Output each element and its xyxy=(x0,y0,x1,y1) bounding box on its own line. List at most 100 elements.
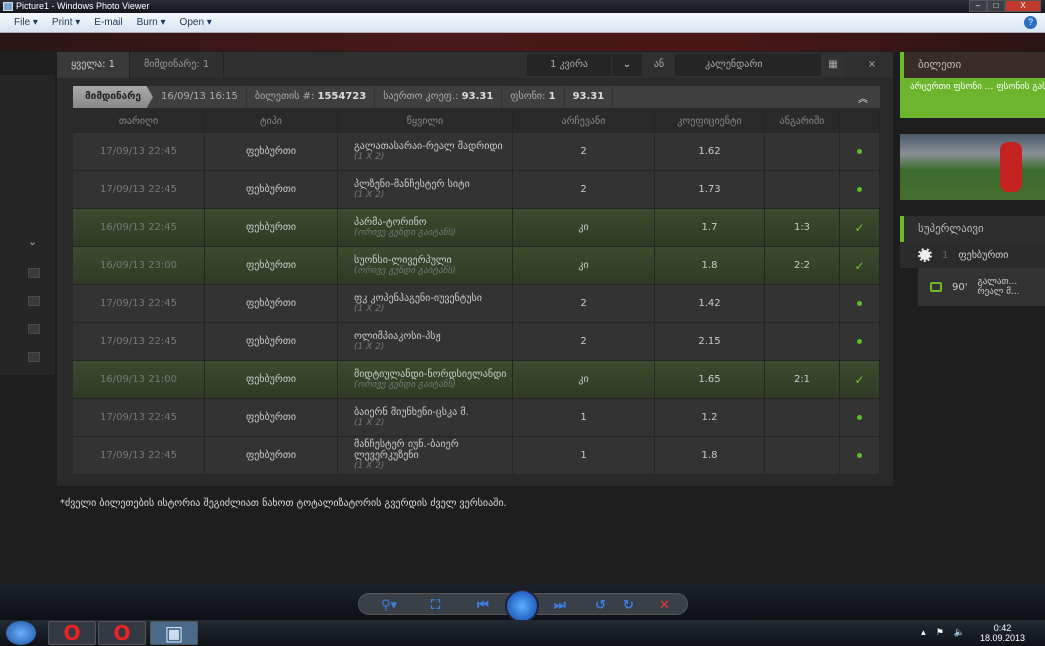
period-select[interactable]: 1 კვირა xyxy=(527,54,611,76)
checkbox[interactable] xyxy=(28,268,40,278)
col-type: ტიპი xyxy=(205,110,338,133)
menu-burn[interactable]: Burn ▾ xyxy=(137,17,166,28)
live-sport[interactable]: 1 ფეხბურთი xyxy=(900,242,1045,268)
clock[interactable]: 0:42 18.09.2013 xyxy=(980,623,1025,643)
ticket-history-panel: ყველა: 1 მიმდინარე: 1 1 კვირა ⌄ ან კალენ… xyxy=(57,52,893,486)
col-pair: წყვილი xyxy=(338,110,513,133)
pending-dot-icon xyxy=(857,339,862,344)
site-nav-band xyxy=(0,33,1045,51)
volume-icon[interactable]: 🔈 xyxy=(954,628,965,638)
table-row[interactable]: 16/09/13 22:45 ფეხბურთი პარმა-ტორინო (ორი… xyxy=(73,209,880,247)
calendar-icon[interactable]: ▦ xyxy=(821,54,845,76)
slideshow-button[interactable] xyxy=(505,589,539,623)
photo-viewer-task-icon[interactable]: ▣ xyxy=(150,621,198,645)
tv-icon xyxy=(930,282,942,292)
menu-print[interactable]: Print ▾ xyxy=(52,17,80,28)
pending-dot-icon xyxy=(857,415,862,420)
bet-pair: გალათასარაი-რეალ მადრიდი (1 X 2) xyxy=(338,133,513,170)
table-row[interactable]: 17/09/13 22:45 ფეხბურთი ფკ კოპენჰაგენი-ი… xyxy=(73,285,880,323)
close-icon[interactable]: × xyxy=(857,54,887,76)
menu-file[interactable]: File ▾ xyxy=(14,17,38,28)
start-button[interactable] xyxy=(6,621,36,645)
bet-pair: პარმა-ტორინო (ორივე გუნდი გაიტანს) xyxy=(338,209,513,246)
tray-arrow-icon[interactable]: ▴ xyxy=(921,628,926,638)
bet-coef: 1.2 xyxy=(655,399,765,436)
bet-coef: 1.8 xyxy=(655,247,765,284)
bet-score xyxy=(765,437,840,474)
bet-date: 16/09/13 21:00 xyxy=(73,361,205,398)
ticket-datetime: 16/09/13 16:15 xyxy=(153,86,247,108)
bet-date: 17/09/13 22:45 xyxy=(73,437,205,474)
pending-dot-icon xyxy=(857,301,862,306)
bet-pair: მიდტიულანდი-ნორდსიელანდი (ორივე გუნდი გაი… xyxy=(338,361,513,398)
bet-choice: 2 xyxy=(513,285,655,322)
table-row[interactable]: 17/09/13 22:45 ფეხბურთი მანჩესტერ იუნ.-ბ… xyxy=(73,437,880,475)
next-icon[interactable]: ⏭ xyxy=(554,598,566,613)
checkbox[interactable] xyxy=(28,296,40,306)
col-coef: კოეფიციენტი xyxy=(655,110,765,133)
close-window-button[interactable]: X xyxy=(1005,0,1041,12)
live-match[interactable]: 90' გალათ... რეალ მ... xyxy=(918,268,1045,306)
bet-score xyxy=(765,171,840,208)
bet-pair: ბაიერნ მიუნხენი-ცსკა მ. (1 X 2) xyxy=(338,399,513,436)
bet-date: 16/09/13 23:00 xyxy=(73,247,205,284)
collapse-icon[interactable]: ︽ xyxy=(858,90,880,105)
bet-coef: 1.65 xyxy=(655,361,765,398)
table-row[interactable]: 17/09/13 22:45 ფეხბურთი პლზენი-მანჩესტერ… xyxy=(73,171,880,209)
opera-icon[interactable]: O xyxy=(48,621,96,645)
checkbox[interactable] xyxy=(28,324,40,334)
superlive-title: სუპერლაივი xyxy=(900,216,1045,242)
bet-pair: მანჩესტერ იუნ.-ბაიერ ლევერკუზენი (1 X 2) xyxy=(338,437,513,474)
previous-icon[interactable]: ⏮ xyxy=(477,598,489,613)
bet-score: 2:1 xyxy=(765,361,840,398)
bet-type: ფეხბურთი xyxy=(205,361,338,398)
ticket-number: ბილეთის #: 1554723 xyxy=(247,86,376,108)
bet-choice: კი xyxy=(513,247,655,284)
table-row[interactable]: 17/09/13 22:45 ფეხბურთი გალათასარაი-რეალ… xyxy=(73,133,880,171)
actual-size-icon[interactable]: ⛶ xyxy=(431,598,440,613)
bet-type: ფეხბურთი xyxy=(205,209,338,246)
tab-all[interactable]: ყველა: 1 xyxy=(57,52,131,78)
rotate-right-icon[interactable]: ↻ xyxy=(623,598,634,613)
opera-icon[interactable]: O xyxy=(98,621,146,645)
maximize-button[interactable]: □ xyxy=(987,0,1005,12)
zoom-icon[interactable]: ⚲▾ xyxy=(381,598,397,613)
help-icon[interactable]: ? xyxy=(1024,16,1037,29)
bet-choice: 2 xyxy=(513,133,655,170)
bet-date: 17/09/13 22:45 xyxy=(73,171,205,208)
bet-choice: კი xyxy=(513,209,655,246)
chevron-down-icon[interactable]: ⌄ xyxy=(612,54,642,76)
bet-date: 17/09/13 22:45 xyxy=(73,399,205,436)
window-title: Picture1 - Windows Photo Viewer xyxy=(16,1,150,11)
rotate-left-icon[interactable]: ↺ xyxy=(595,598,606,613)
delete-icon[interactable]: ✕ xyxy=(659,598,670,613)
menu-email[interactable]: E-mail xyxy=(94,17,122,28)
tab-current[interactable]: მიმდინარე: 1 xyxy=(130,52,225,78)
bet-date: 17/09/13 22:45 xyxy=(73,323,205,360)
bet-score xyxy=(765,323,840,360)
ticket-total-coef: საერთო კოეფ.: 93.31 xyxy=(375,86,503,108)
menu-open[interactable]: Open ▾ xyxy=(180,17,212,28)
bet-type: ფეხბურთი xyxy=(205,323,338,360)
photo-viewer-icon xyxy=(3,2,13,11)
ticket-header[interactable]: მიმდინარე 16/09/13 16:15 ბილეთის #: 1554… xyxy=(73,86,880,108)
chevron-down-icon[interactable]: ⌄ xyxy=(28,235,37,248)
empty-ticket-message: არცერთი ფსონი ... ფსონის გასაკეთ... მონი… xyxy=(900,78,1045,118)
pending-dot-icon xyxy=(857,187,862,192)
flag-icon[interactable]: ⚑ xyxy=(936,628,944,638)
pending-dot-icon xyxy=(857,453,862,458)
bets-table: თარიღი ტიპი წყვილი არჩევანი კოეფიციენტი … xyxy=(73,110,880,475)
minimize-button[interactable]: – xyxy=(969,0,987,12)
table-row[interactable]: 17/09/13 22:45 ფეხბურთი ბაიერნ მიუნხენი-… xyxy=(73,399,880,437)
bet-type: ფეხბურთი xyxy=(205,247,338,284)
table-row[interactable]: 16/09/13 23:00 ფეხბურთი სუონსი-ლივერპული… xyxy=(73,247,880,285)
bet-choice: 2 xyxy=(513,323,655,360)
bet-pair: სუონსი-ლივერპული (ორივე გუნდი გაიტანს) xyxy=(338,247,513,284)
banner-image[interactable] xyxy=(900,134,1045,200)
bet-coef: 2.15 xyxy=(655,323,765,360)
check-icon: ✓ xyxy=(854,258,865,273)
table-row[interactable]: 17/09/13 22:45 ფეხბურთი ოლიმპიაკოსი-პსჟ(… xyxy=(73,323,880,361)
table-row[interactable]: 16/09/13 21:00 ფეხბურთი მიდტიულანდი-ნორდ… xyxy=(73,361,880,399)
checkbox[interactable] xyxy=(28,352,40,362)
calendar-input[interactable]: კალენდარი xyxy=(675,54,845,76)
